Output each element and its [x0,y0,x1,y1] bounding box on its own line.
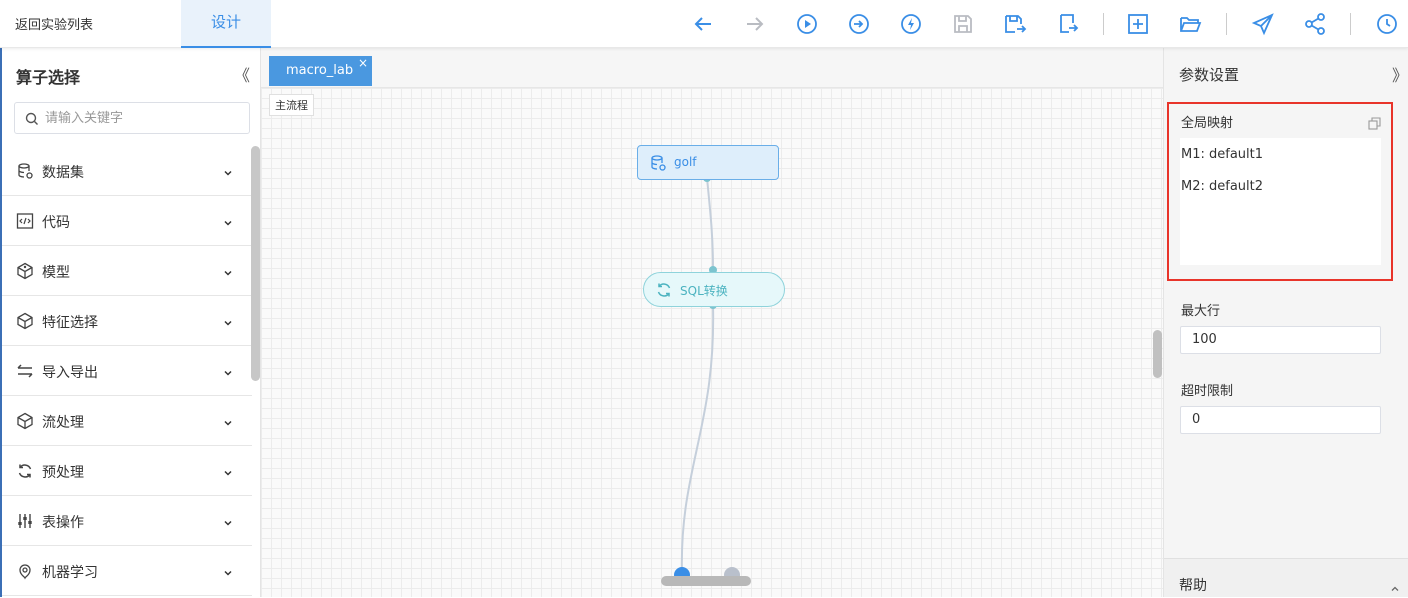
sidebar-item-feature-selection[interactable]: 特征选择 [2,296,252,346]
node-label: golf [674,155,697,169]
brain-icon [16,562,34,580]
step-run-icon[interactable] [847,12,871,36]
operator-search-input[interactable] [45,108,245,128]
chevron-down-icon [222,364,234,376]
toolbar-divider [1103,13,1104,35]
expand-window-icon[interactable] [1368,115,1381,130]
sidebar-item-label: 代码 [42,215,70,231]
sidebar-item-dataset[interactable]: 数据集 [2,146,252,196]
cube-outline-icon [16,312,34,330]
chevron-down-icon [222,264,234,276]
sidebar-item-label: 预处理 [42,465,84,481]
sidebar-item-stream-processing[interactable]: 流处理 [2,396,252,446]
refresh-icon [16,462,34,480]
canvas-vertical-scrollbar[interactable] [1153,330,1162,378]
chevron-up-icon [1390,579,1400,591]
export-icon[interactable] [1055,12,1079,36]
sidebar-collapse-button[interactable]: 《 [234,62,250,86]
parameter-panel: 参数设置 》 全局映射 M1: default1 M2: default2 最大… [1163,48,1408,597]
sidebar-item-model[interactable]: 模型 [2,246,252,296]
database-icon [649,154,667,172]
sidebar-item-label: 导入导出 [42,365,98,381]
operator-search-box[interactable] [14,102,250,134]
folder-open-icon[interactable] [1178,12,1202,36]
workflow-canvas[interactable]: macro_lab × 主流程 golf SQL转换 [261,48,1163,597]
sidebar-item-import-export[interactable]: 导入导出 [2,346,252,396]
chevron-down-icon [222,464,234,476]
send-icon[interactable] [1251,12,1275,36]
chevron-down-icon [222,314,234,326]
sidebar-item-table-ops[interactable]: 表操作 [2,496,252,546]
arrow-right-icon[interactable] [743,12,767,36]
operator-category-list: 数据集 代码 模型 特征选择 导入导出 流处理 预处理 表操作 机器学习 [2,146,252,596]
back-to-experiments-link[interactable]: 返回实验列表 [15,14,93,33]
node-golf[interactable]: golf [637,145,779,180]
arrow-left-icon[interactable] [691,12,715,36]
help-label: 帮助 [1179,578,1207,594]
operator-sidebar: 算子选择 《 数据集 代码 模型 特征选择 导入导出 [0,48,261,597]
sidebar-item-label: 表操作 [42,515,84,531]
max-rows-input[interactable]: 100 [1180,326,1381,354]
sidebar-item-label: 流处理 [42,415,84,431]
sidebar-title: 算子选择 [16,68,81,87]
panel-title: 参数设置 [1179,66,1240,84]
chevron-down-icon [222,214,234,226]
node-sql-transform[interactable]: SQL转换 [643,272,785,307]
search-icon [25,111,39,125]
sidebar-item-code[interactable]: 代码 [2,196,252,246]
help-section-header[interactable]: 帮助 [1164,558,1408,597]
save-icon[interactable] [951,12,975,36]
sidebar-item-label: 模型 [42,265,70,281]
chevron-down-icon [222,514,234,526]
sidebar-item-label: 机器学习 [42,565,98,581]
sidebar-item-machine-learning[interactable]: 机器学习 [2,546,252,596]
lightning-icon[interactable] [899,12,923,36]
edge-golf-to-sql [706,177,714,271]
play-icon[interactable] [795,12,819,36]
mapping-line: M2: default2 [1181,179,1264,194]
panel-collapse-button[interactable]: 》 [1392,62,1408,86]
canvas-horizontal-scrollbar[interactable] [661,576,751,586]
history-icon[interactable] [1375,12,1399,36]
cube-outline-icon [16,412,34,430]
database-icon [16,162,34,180]
toolbar-divider [1226,13,1227,35]
edge-sql-to-next [680,304,715,576]
cube-icon [16,262,34,280]
save-as-icon[interactable] [1003,12,1027,36]
add-icon[interactable] [1126,12,1150,36]
workflow-edges [674,174,740,583]
chevron-down-icon [222,414,234,426]
share-icon[interactable] [1303,12,1327,36]
sidebar-scrollbar[interactable] [251,146,260,381]
mapping-line: M1: default1 [1181,147,1264,162]
global-mapping-label: 全局映射 [1181,116,1234,131]
toolbar-divider [1350,13,1351,35]
refresh-icon [655,281,673,299]
sidebar-item-preprocessing[interactable]: 预处理 [2,446,252,496]
max-rows-label: 最大行 [1181,304,1221,319]
sidebar-item-label: 特征选择 [42,315,98,331]
sliders-icon [16,512,34,530]
timeout-label: 超时限制 [1181,384,1234,399]
top-bar: 返回实验列表 设计 [0,0,1408,48]
code-icon [16,212,34,230]
global-mapping-textarea[interactable]: M1: default1 M2: default2 [1180,138,1381,265]
chevron-down-icon [222,564,234,576]
chevron-down-icon [222,164,234,176]
transfer-icon [16,362,34,380]
sidebar-item-label: 数据集 [42,165,84,181]
tab-design[interactable]: 设计 [181,0,271,48]
timeout-input[interactable]: 0 [1180,406,1381,434]
node-label: SQL转换 [680,284,728,298]
